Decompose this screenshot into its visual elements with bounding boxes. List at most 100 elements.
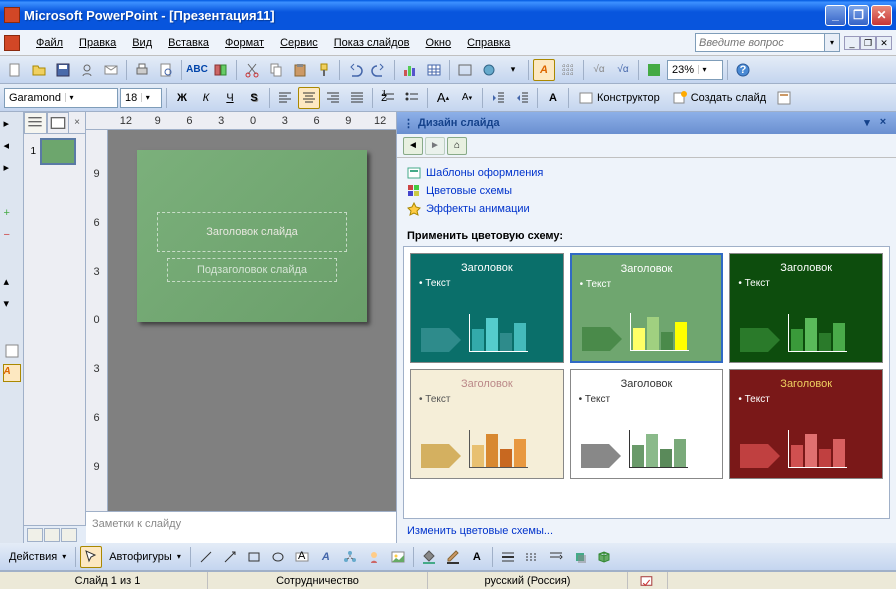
decrease-font-button[interactable]: A▾	[456, 87, 478, 109]
color-scheme-5[interactable]: Заголовок • Текст	[729, 369, 883, 479]
link-design-templates[interactable]: Шаблоны оформления	[407, 164, 886, 182]
notes-pane[interactable]: Заметки к слайду	[86, 511, 396, 543]
save-button[interactable]	[52, 59, 74, 81]
mdi-minimize-button[interactable]: _	[844, 36, 860, 50]
link-animation-effects[interactable]: Эффекты анимации	[407, 200, 886, 218]
diagram-button[interactable]	[339, 546, 361, 568]
color-scheme-1[interactable]: Заголовок • Текст	[570, 253, 724, 363]
side-expand-icon[interactable]: ▸	[3, 160, 21, 178]
slides-tab[interactable]	[47, 112, 70, 133]
format-painter-button[interactable]	[313, 59, 335, 81]
design-button[interactable]: Конструктор	[573, 87, 665, 109]
table-button[interactable]	[423, 59, 445, 81]
align-left-button[interactable]	[274, 87, 296, 109]
line-button[interactable]	[195, 546, 217, 568]
normal-view-button[interactable]	[27, 528, 43, 542]
chart-button[interactable]	[399, 59, 421, 81]
menu-format[interactable]: Формат	[217, 34, 272, 52]
italic-button[interactable]: К	[195, 87, 217, 109]
menu-view[interactable]: Вид	[124, 34, 160, 52]
task-back-button[interactable]: ◄	[403, 137, 423, 155]
underline-button[interactable]: Ч	[219, 87, 241, 109]
color-scheme-4[interactable]: Заголовок • Текст	[570, 369, 724, 479]
task-forward-button[interactable]: ►	[425, 137, 445, 155]
help-search-input[interactable]	[695, 33, 825, 52]
redo-button[interactable]	[368, 59, 390, 81]
hyperlink-button[interactable]	[478, 59, 500, 81]
slide-title-placeholder[interactable]: Заголовок слайда	[157, 212, 347, 252]
document-icon[interactable]	[4, 35, 20, 51]
color-scheme-3[interactable]: Заголовок • Текст	[410, 369, 564, 479]
slide[interactable]: Заголовок слайда Подзаголовок слайда	[137, 150, 367, 322]
align-center-button[interactable]	[298, 87, 320, 109]
menu-insert[interactable]: Вставка	[160, 34, 217, 52]
print-button[interactable]	[131, 59, 153, 81]
side-up-icon[interactable]: ▴	[3, 274, 21, 292]
line-color-button[interactable]	[442, 546, 464, 568]
line-style-button[interactable]	[497, 546, 519, 568]
task-home-button[interactable]: ⌂	[447, 137, 467, 155]
fill-color-button[interactable]	[418, 546, 440, 568]
mdi-close-button[interactable]: ✕	[876, 36, 892, 50]
minimize-button[interactable]: _	[825, 5, 846, 26]
new-button[interactable]	[4, 59, 26, 81]
permission-button[interactable]	[76, 59, 98, 81]
shadow-style-button[interactable]	[569, 546, 591, 568]
show-formatting-button[interactable]: A	[533, 59, 555, 81]
help-button[interactable]: ?	[732, 59, 754, 81]
preview-button[interactable]	[155, 59, 177, 81]
numbering-button[interactable]: 12	[377, 87, 399, 109]
status-spellcheck-icon[interactable]	[628, 572, 668, 589]
font-size-combo[interactable]: 18▾	[120, 88, 162, 108]
cut-button[interactable]	[241, 59, 263, 81]
bullets-button[interactable]	[401, 87, 423, 109]
side-minus-icon[interactable]: −	[3, 228, 21, 246]
font-color-button[interactable]: A	[542, 87, 564, 109]
email-button[interactable]	[100, 59, 122, 81]
color-scheme-2[interactable]: Заголовок • Текст	[729, 253, 883, 363]
select-button[interactable]	[80, 546, 102, 568]
sorter-view-button[interactable]	[44, 528, 60, 542]
side-collapse-icon[interactable]: ◂	[3, 138, 21, 156]
help-search-dropdown[interactable]: ▾	[825, 33, 840, 52]
menu-file[interactable]: Файл	[28, 34, 71, 52]
zoom-combo[interactable]: 23%▾	[667, 60, 723, 80]
equation-gray-button[interactable]: √α	[588, 59, 610, 81]
bold-button[interactable]: Ж	[171, 87, 193, 109]
task-pane-close[interactable]: ×	[876, 116, 890, 130]
slide-canvas[interactable]: Заголовок слайда Подзаголовок слайда	[108, 130, 396, 511]
actions-menu[interactable]: Действия▾	[4, 546, 71, 568]
side-summary-icon[interactable]	[3, 342, 21, 360]
autoshapes-menu[interactable]: Автофигуры▾	[104, 546, 186, 568]
menu-slideshow[interactable]: Показ слайдов	[326, 34, 418, 52]
slide-thumbnail[interactable]: 1	[28, 138, 81, 165]
equation-button[interactable]: √α	[612, 59, 634, 81]
color-grayscale-button[interactable]	[643, 59, 665, 81]
outline-tab[interactable]	[24, 112, 47, 133]
open-button[interactable]	[28, 59, 50, 81]
maximize-button[interactable]: ❐	[848, 5, 869, 26]
outline-close-button[interactable]: ×	[69, 112, 85, 133]
edit-schemes-link[interactable]: Изменить цветовые схемы...	[397, 519, 896, 543]
research-button[interactable]	[210, 59, 232, 81]
menu-edit[interactable]: Правка	[71, 34, 124, 52]
decrease-indent-button[interactable]	[487, 87, 509, 109]
link-color-schemes[interactable]: Цветовые схемы	[407, 182, 886, 200]
3d-style-button[interactable]	[593, 546, 615, 568]
close-button[interactable]: ✕	[871, 5, 892, 26]
slide-layout-button[interactable]	[773, 87, 795, 109]
undo-button[interactable]	[344, 59, 366, 81]
side-format-toggle-icon[interactable]: A	[3, 364, 21, 382]
spelling-button[interactable]: ABC	[186, 59, 208, 81]
new-slide-button[interactable]: Создать слайд	[667, 87, 771, 109]
clipart-button[interactable]	[363, 546, 385, 568]
arrow-style-button[interactable]	[545, 546, 567, 568]
align-justify-button[interactable]	[346, 87, 368, 109]
increase-font-button[interactable]: A▴	[432, 87, 454, 109]
textbox-button[interactable]: A	[291, 546, 313, 568]
grid-button[interactable]	[557, 59, 579, 81]
rectangle-button[interactable]	[243, 546, 265, 568]
slide-subtitle-placeholder[interactable]: Подзаголовок слайда	[167, 258, 337, 282]
oval-button[interactable]	[267, 546, 289, 568]
menu-window[interactable]: Окно	[418, 34, 460, 52]
